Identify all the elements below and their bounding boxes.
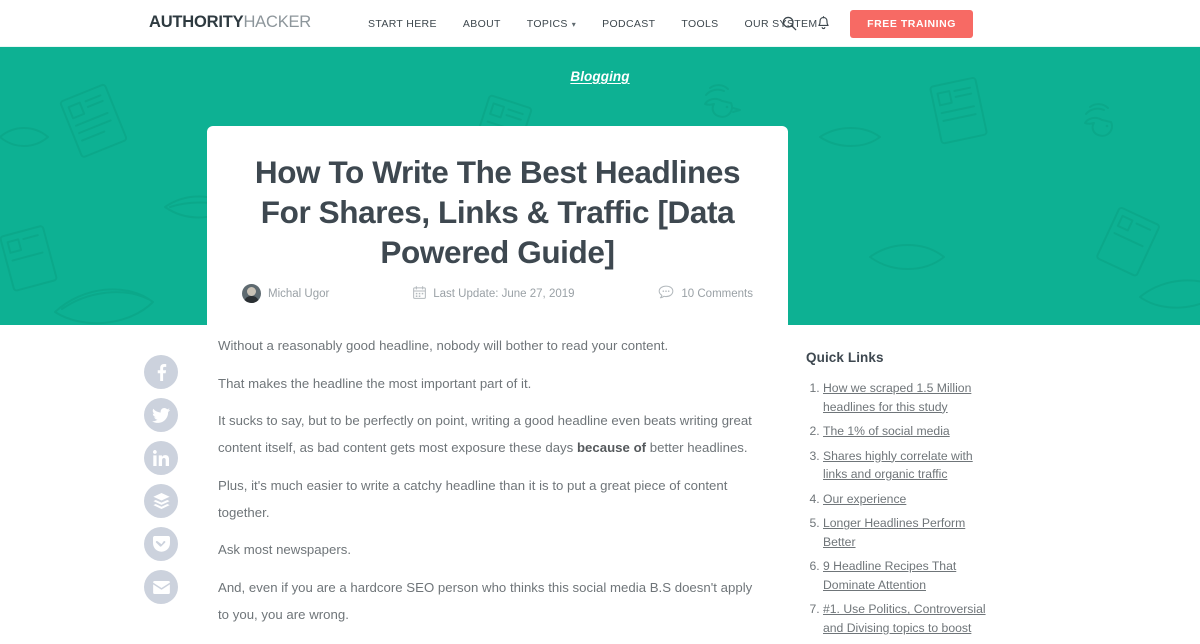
nav-label: START HERE [368, 17, 437, 30]
quick-links-item: Longer Headlines Perform Better [823, 514, 996, 551]
search-icon [782, 16, 797, 31]
chevron-down-icon: ▾ [571, 19, 577, 29]
article-body: Without a reasonably good headline, nobo… [218, 332, 766, 639]
quick-link[interactable]: The 1% of social media [823, 424, 950, 438]
site-logo[interactable]: AUTHORITYHACKER [149, 13, 311, 32]
quick-links-item: The 1% of social media [823, 422, 996, 441]
facebook-icon [153, 363, 170, 381]
category-wrapper: Blogging [0, 47, 1200, 86]
nav-label: TOPICS [526, 17, 568, 30]
article-meta: Michal Ugor Last Update: June 27, 2019 1… [242, 284, 753, 303]
search-button[interactable] [772, 7, 806, 41]
calendar-icon [413, 285, 427, 302]
share-email-button[interactable] [144, 570, 178, 604]
quick-links-list: How we scraped 1.5 Million headlines for… [806, 379, 996, 638]
article-paragraph: Without a reasonably good headline, nobo… [218, 338, 669, 353]
share-buffer-button[interactable] [144, 484, 178, 518]
article-paragraph: And, even if you are a hardcore SEO pers… [218, 579, 753, 622]
comment-bubble-icon [658, 285, 674, 302]
date-meta: Last Update: June 27, 2019 [413, 285, 575, 302]
article-paragraph: Ask most newspapers. [218, 542, 352, 558]
author-name: Michal Ugor [268, 287, 330, 300]
comments-count: 10 Comments [681, 287, 753, 300]
logo-bold-text: AUTHORITY [149, 13, 244, 31]
quick-link[interactable]: Our experience [823, 492, 906, 506]
nav-label: PODCAST [602, 17, 656, 30]
buffer-icon [152, 492, 170, 510]
page-root: AUTHORITYHACKER START HERE ABOUT TOPICS … [0, 0, 1200, 644]
quick-links-title: Quick Links [806, 350, 884, 365]
nav-item-topics[interactable]: TOPICS ▾ [527, 18, 576, 30]
quick-links-item: 9 Headline Recipes That Dominate Attenti… [823, 557, 996, 594]
free-training-button[interactable]: FREE TRAINING [850, 9, 973, 38]
nav-item-start-here[interactable]: START HERE [368, 18, 437, 30]
last-update-text: Last Update: June 27, 2019 [433, 287, 575, 300]
share-pocket-button[interactable] [144, 527, 178, 561]
quick-link[interactable]: Shares highly correlate with links and o… [823, 449, 973, 482]
nav-item-podcast[interactable]: PODCAST [602, 18, 655, 30]
email-icon [152, 580, 170, 594]
comments-meta[interactable]: 10 Comments [658, 285, 753, 302]
quick-link[interactable]: 9 Headline Recipes That Dominate Attenti… [823, 559, 956, 592]
logo-light-text: HACKER [243, 13, 312, 31]
article-header-card: How To Write The Best Headlines For Shar… [207, 126, 788, 325]
nav-item-tools[interactable]: TOOLS [681, 18, 718, 30]
quick-link[interactable]: #1. Use Politics, Controversial and Divi… [823, 602, 986, 635]
quick-link[interactable]: How we scraped 1.5 Million headlines for… [823, 381, 971, 414]
content-area: Without a reasonably good headline, nobo… [0, 325, 1200, 644]
nav-label: TOOLS [681, 17, 719, 30]
category-link-blogging[interactable]: Blogging [570, 69, 629, 84]
linkedin-icon [153, 450, 169, 466]
paragraph-text-post: better headlines. [646, 440, 748, 456]
hero-section: Blogging How To Write The Best Headlines… [0, 47, 1200, 325]
nav-label: ABOUT [462, 17, 501, 30]
paragraph-bold-phrase: because of [576, 440, 647, 456]
quick-links-item: #1. Use Politics, Controversial and Divi… [823, 600, 996, 637]
share-linkedin-button[interactable] [144, 441, 178, 475]
avatar [242, 284, 261, 303]
twitter-icon [152, 407, 170, 423]
article-paragraph-with-bold: It sucks to say, but to be perfectly on … [218, 407, 766, 461]
bell-icon [816, 15, 831, 32]
site-header: AUTHORITYHACKER START HERE ABOUT TOPICS … [0, 0, 1200, 47]
pocket-icon [152, 536, 170, 552]
notifications-button[interactable] [806, 7, 840, 41]
quick-links-item: Our experience [823, 490, 996, 509]
page-title: How To Write The Best Headlines For Shar… [254, 154, 741, 270]
share-twitter-button[interactable] [144, 398, 178, 432]
article-paragraph: Plus, it's much easier to write a catchy… [218, 477, 728, 520]
quick-link[interactable]: Longer Headlines Perform Better [823, 516, 965, 549]
article-paragraph: That makes the headline the most importa… [218, 375, 532, 391]
author-meta[interactable]: Michal Ugor [242, 284, 329, 303]
nav-item-about[interactable]: ABOUT [463, 18, 501, 30]
share-facebook-button[interactable] [144, 355, 178, 389]
quick-links-item: Shares highly correlate with links and o… [823, 447, 996, 484]
main-navigation: START HERE ABOUT TOPICS ▾ PODCAST TOOLS … [368, 0, 817, 47]
social-share-rail [144, 355, 178, 604]
quick-links-item: How we scraped 1.5 Million headlines for… [823, 379, 996, 416]
quick-links-panel: Quick Links How we scraped 1.5 Million h… [806, 350, 996, 644]
header-actions: FREE TRAINING [772, 0, 1200, 47]
